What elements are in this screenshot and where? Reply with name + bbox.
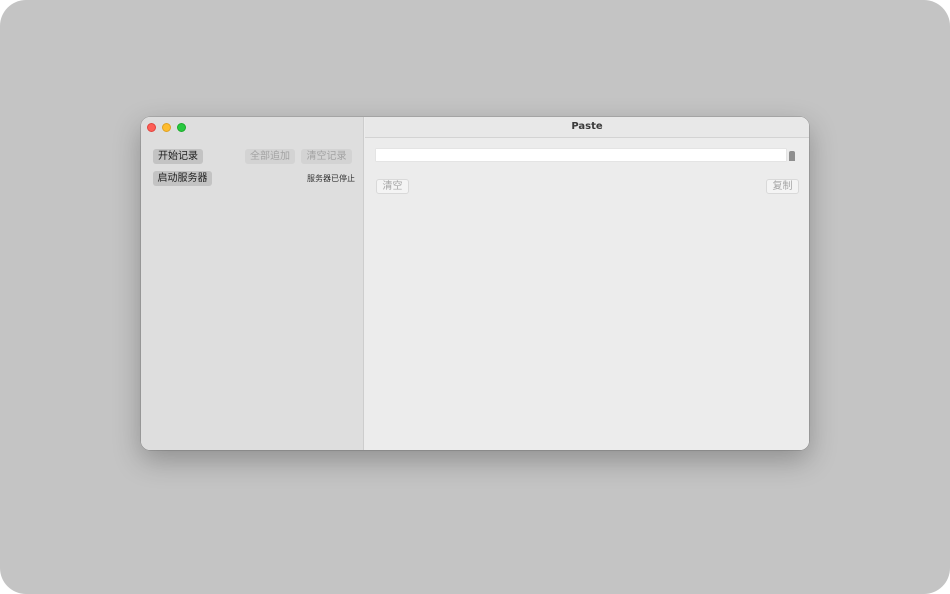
window-title: Paste xyxy=(571,121,603,132)
copy-button[interactable]: 复制 xyxy=(766,179,799,194)
close-window-button[interactable] xyxy=(147,123,156,132)
title-bar: Paste xyxy=(365,117,809,138)
scrollbar-handle[interactable] xyxy=(789,151,795,161)
app-window: 开始记录 全部追加 清空记录 启动服务器 服务器已停止 Paste 清空 复制 xyxy=(141,117,809,450)
clear-button[interactable]: 清空 xyxy=(376,179,409,194)
paste-text-input[interactable] xyxy=(376,149,786,161)
clear-records-button[interactable]: 清空记录 xyxy=(301,149,352,164)
maximize-window-button[interactable] xyxy=(177,123,186,132)
server-status-text: 服务器已停止 xyxy=(307,174,355,183)
sidebar: 开始记录 全部追加 清空记录 启动服务器 服务器已停止 xyxy=(141,117,364,450)
add-all-button[interactable]: 全部追加 xyxy=(245,149,295,164)
start-record-button[interactable]: 开始记录 xyxy=(153,149,203,164)
minimize-window-button[interactable] xyxy=(162,123,171,132)
start-server-button[interactable]: 启动服务器 xyxy=(153,171,212,186)
main-pane: Paste 清空 复制 xyxy=(365,117,809,450)
desktop-background: 开始记录 全部追加 清空记录 启动服务器 服务器已停止 Paste 清空 复制 xyxy=(0,0,950,594)
